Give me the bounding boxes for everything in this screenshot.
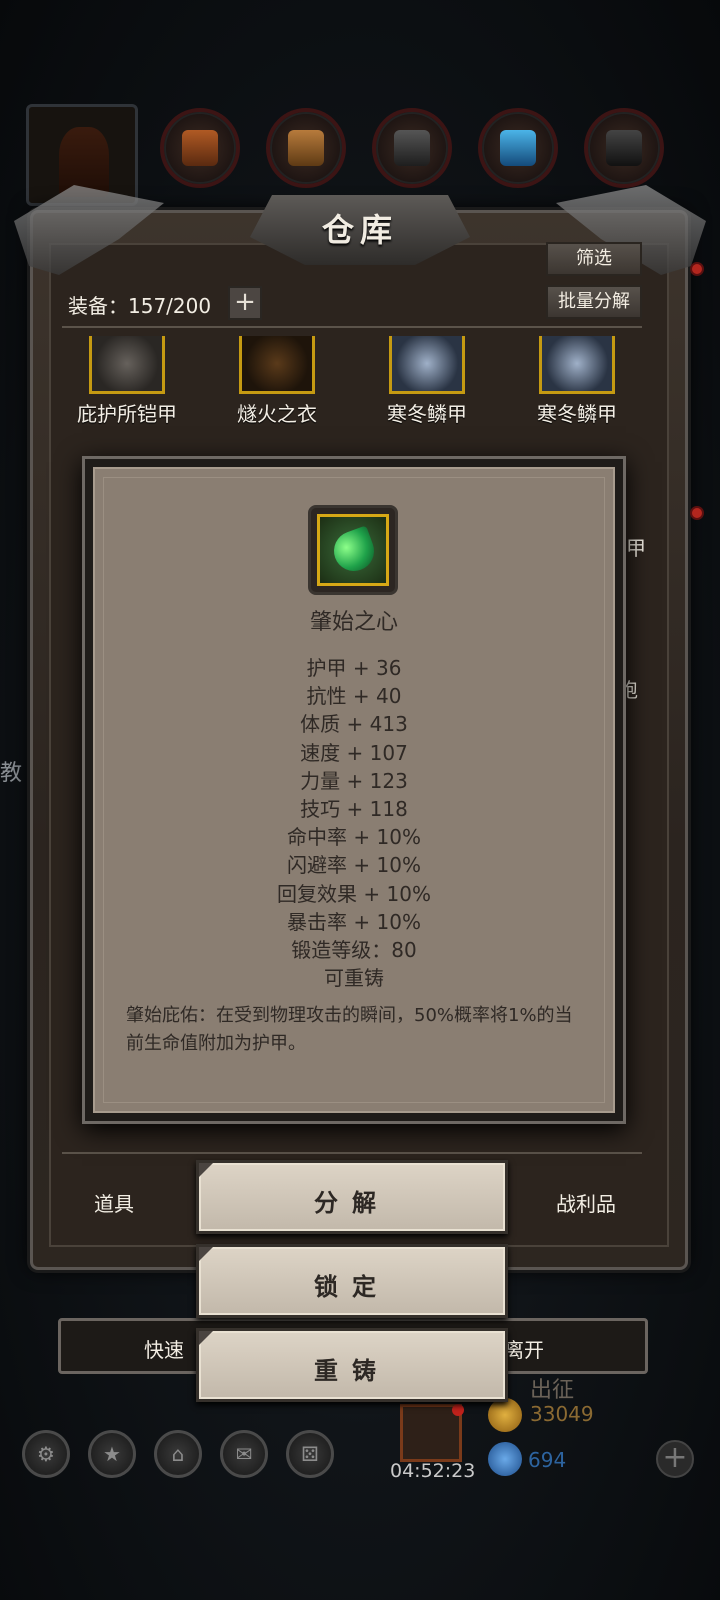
expedition-label[interactable]: 出征: [530, 1372, 574, 1404]
green-gem-heart-icon: [328, 525, 380, 577]
reforge-label: 重铸: [314, 1357, 390, 1385]
stat-reforgeable: 可重铸: [324, 966, 384, 991]
stat-speed: 速度 + 107: [300, 740, 408, 765]
item-card[interactable]: 寒冬鳞甲: [502, 336, 652, 427]
resource-slot-iron[interactable]: [372, 108, 452, 188]
equipment-count: 装备：157/200: [68, 294, 212, 318]
item-card[interactable]: 燧火之衣: [202, 336, 352, 427]
stat-list: 护甲 + 36 抗性 + 40 体质 + 413 速度 + 107 力量 + 1…: [90, 654, 618, 992]
filter-button[interactable]: 筛选: [546, 242, 642, 276]
stat-constitution: 体质 + 413: [300, 712, 408, 737]
corner-ornament: [199, 1247, 213, 1261]
decompose-label: 分解: [314, 1189, 390, 1217]
background-side-text: 教: [0, 761, 23, 786]
resource-slot-ore[interactable]: [584, 108, 664, 188]
ore-icon: [606, 130, 642, 166]
stat-crit-rate: 暴击率 + 10%: [287, 909, 421, 934]
mail-icon[interactable]: ✉: [220, 1430, 268, 1478]
notification-dot: [690, 262, 704, 276]
item-label: 寒冬鳞甲: [537, 402, 617, 426]
resource-slot-crystal[interactable]: [478, 108, 558, 188]
stat-recovery: 回复效果 + 10%: [277, 881, 431, 906]
corner-ornament: [199, 1163, 213, 1177]
corner-ornament: [199, 1331, 213, 1345]
notification-dot: [452, 1404, 464, 1416]
gift-timer: 04:52:23: [390, 1460, 476, 1482]
hero-silhouette-icon: [59, 127, 109, 197]
lock-button[interactable]: 锁定: [196, 1244, 508, 1318]
tooltip-item-name: 肇始之心: [309, 610, 398, 635]
gold-coin-icon: [488, 1398, 522, 1432]
stat-resistance: 抗性 + 40: [306, 684, 402, 709]
lock-label: 锁定: [314, 1273, 390, 1301]
decompose-button[interactable]: 分解: [196, 1160, 508, 1234]
scale-armor-icon: [539, 336, 615, 394]
stat-armor: 护甲 + 36: [306, 656, 402, 680]
item-card[interactable]: 庇护所铠甲: [52, 336, 202, 427]
obscured-item-label: 甲: [626, 536, 646, 560]
leave-button[interactable]: 离开: [504, 1334, 544, 1363]
stat-hit-rate: 命中率 + 10%: [287, 825, 421, 850]
divider: [62, 326, 642, 328]
gem-amount: 694: [528, 1448, 567, 1472]
scale-armor-icon: [389, 336, 465, 394]
skill-description: 肇始庇佑：在受到物理攻击的瞬间，50%概率将1%的当前生命值附加为护甲。: [126, 1005, 573, 1054]
quick-button[interactable]: 快速: [144, 1334, 184, 1363]
add-currency-button[interactable]: +: [656, 1440, 694, 1478]
armor-icon: [89, 336, 165, 394]
blue-gem-icon: [488, 1442, 522, 1476]
item-icon-inner: [317, 514, 389, 586]
item-icon-frame: [308, 505, 398, 595]
divider: [62, 1152, 642, 1154]
stat-skill: 技巧 + 118: [300, 796, 408, 821]
achievement-star-icon[interactable]: ★: [88, 1430, 136, 1478]
stat-strength: 力量 + 123: [300, 768, 408, 793]
dice-icon[interactable]: ⚄: [286, 1430, 334, 1478]
leather-icon: [182, 130, 218, 166]
crystal-icon: [500, 130, 536, 166]
gold-amount: 33049: [530, 1402, 594, 1426]
expand-capacity-button[interactable]: +: [228, 286, 262, 320]
notification-dot: [690, 506, 704, 520]
item-label: 燧火之衣: [237, 402, 317, 426]
iron-icon: [394, 130, 430, 166]
settings-gear-icon[interactable]: ⚙: [22, 1430, 70, 1478]
stat-dodge-rate: 闪避率 + 10%: [287, 853, 421, 878]
resource-slot-leather[interactable]: [160, 108, 240, 188]
cloak-icon: [239, 336, 315, 394]
batch-decompose-button[interactable]: 批量分解: [546, 285, 642, 319]
gate-icon[interactable]: ⌂: [154, 1430, 202, 1478]
stat-forge-level: 锻造等级：80: [291, 937, 417, 962]
resource-slot-wood[interactable]: [266, 108, 346, 188]
item-label: 庇护所铠甲: [77, 402, 177, 426]
panel-title: 仓库: [321, 211, 398, 249]
wood-icon: [288, 130, 324, 166]
reforge-button[interactable]: 重铸: [196, 1328, 508, 1402]
item-label: 寒冬鳞甲: [387, 402, 467, 426]
tab-loot[interactable]: 战利品: [556, 1188, 616, 1217]
item-card[interactable]: 寒冬鳞甲: [352, 336, 502, 427]
tab-items[interactable]: 道具: [94, 1188, 134, 1217]
